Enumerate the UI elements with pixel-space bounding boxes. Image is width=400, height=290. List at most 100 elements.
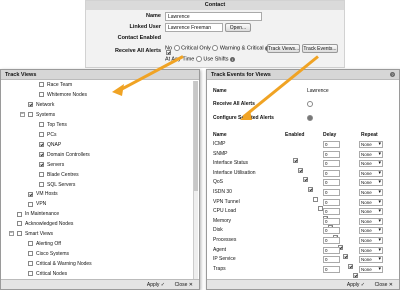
event-delay-input[interactable]: 0 <box>323 227 340 235</box>
track-views-button[interactable]: Track Views... <box>267 44 300 53</box>
event-delay-input[interactable]: 0 <box>323 256 340 264</box>
open-button[interactable]: Open... <box>225 23 251 32</box>
opt-no-radio[interactable] <box>173 45 180 51</box>
apply-button[interactable]: Apply ✓ <box>347 280 365 290</box>
tree-item[interactable]: PCs <box>39 131 56 140</box>
tree-item-checkbox[interactable] <box>39 161 44 167</box>
event-delay-input[interactable]: 0 <box>323 265 340 273</box>
tree-item-checkbox[interactable] <box>28 201 33 207</box>
event-repeat-select[interactable]: None <box>359 256 383 264</box>
event-enabled-checkbox[interactable] <box>298 167 303 173</box>
tree-item[interactable]: QNAP <box>39 141 61 150</box>
event-repeat-select[interactable]: None <box>359 189 383 196</box>
tree-item[interactable]: − Systems <box>20 111 55 120</box>
event-enabled-checkbox[interactable] <box>293 158 298 164</box>
event-delay-input[interactable]: 0 <box>323 198 340 206</box>
event-delay-input[interactable]: 0 <box>323 169 340 177</box>
tree-item-checkbox[interactable] <box>39 131 44 137</box>
event-enabled-checkbox[interactable] <box>313 196 318 202</box>
tree-item[interactable]: VPN <box>28 200 46 209</box>
event-enabled-checkbox[interactable] <box>303 177 308 183</box>
close-button[interactable]: Close ✕ <box>175 280 193 290</box>
tree-item-checkbox[interactable] <box>28 261 33 267</box>
tree-item[interactable]: Blade Centres <box>39 171 79 180</box>
tree-item[interactable]: Servers <box>39 161 64 170</box>
col-repeat: Repeat <box>361 132 378 138</box>
tree-item[interactable]: Alerting Off <box>28 240 61 249</box>
event-repeat-select[interactable]: None <box>359 246 383 254</box>
tree-item-checkbox[interactable] <box>39 121 44 127</box>
tree-item-checkbox[interactable] <box>39 141 44 147</box>
event-enabled-checkbox[interactable] <box>348 263 353 269</box>
tree-item[interactable]: Critical & Warning Nodes <box>28 260 92 269</box>
opt-warning-radio[interactable] <box>212 45 219 51</box>
event-repeat-select[interactable]: None <box>359 141 383 148</box>
event-name: Processes <box>213 237 237 243</box>
event-repeat-select[interactable]: None <box>359 198 383 206</box>
tree-item[interactable]: VM Hosts <box>28 190 58 199</box>
event-delay-input[interactable]: 0 <box>323 237 340 244</box>
tree-item[interactable]: Critical Nodes <box>28 270 67 279</box>
linked-user-select[interactable]: Lawrence Freeman <box>165 23 223 32</box>
left-footer: Apply ✓ Close ✕ <box>1 279 199 289</box>
tree-item[interactable]: Race Team <box>39 81 72 90</box>
scroll-thumb[interactable] <box>194 81 198 191</box>
event-enabled-checkbox[interactable] <box>353 273 358 279</box>
tree-item-label: QNAP <box>47 141 62 148</box>
help-icon[interactable]: ? <box>390 72 395 77</box>
tree-item-checkbox[interactable] <box>28 112 33 118</box>
tree-item-checkbox[interactable] <box>39 181 44 187</box>
event-repeat-select[interactable]: None <box>359 179 383 187</box>
tree-item-checkbox[interactable] <box>28 251 33 257</box>
tree-item[interactable]: Whitemore Nodes <box>39 91 87 100</box>
name-input[interactable]: Lawrence <box>165 12 262 21</box>
tree-item[interactable]: − Smart Views <box>9 230 53 239</box>
receive-all-radio[interactable] <box>307 101 313 107</box>
tree-item-checkbox[interactable] <box>39 171 44 177</box>
apply-button[interactable]: Apply ✓ <box>147 280 165 290</box>
event-repeat-select[interactable]: None <box>359 265 383 273</box>
event-repeat-select[interactable]: None <box>359 150 383 158</box>
event-delay-input[interactable]: 0 <box>323 141 340 148</box>
tree-item-checkbox[interactable] <box>39 151 44 157</box>
event-delay-input[interactable]: 0 <box>323 217 340 225</box>
tree-item-checkbox[interactable] <box>39 92 44 98</box>
tree-item[interactable]: Network <box>28 101 54 110</box>
event-repeat-select[interactable]: None <box>359 217 383 225</box>
tree-item-label: Servers <box>47 161 65 168</box>
event-delay-input[interactable]: 0 <box>323 179 340 187</box>
tree-item[interactable]: Domain Controllers <box>39 151 90 160</box>
close-button[interactable]: Close ✕ <box>375 280 393 290</box>
event-repeat-select[interactable]: None <box>359 169 383 177</box>
event-delay-input[interactable]: 0 <box>323 246 340 254</box>
event-enabled-checkbox[interactable] <box>343 254 348 260</box>
tree-item[interactable]: Top Tens <box>39 121 67 130</box>
tree-item[interactable]: Acknowledged Nodes <box>17 220 73 229</box>
tree-scrollbar[interactable] <box>193 81 198 280</box>
event-delay-input[interactable]: 0 <box>323 208 340 216</box>
event-repeat-select[interactable]: None <box>359 237 383 244</box>
event-delay-input[interactable]: 0 <box>323 189 340 196</box>
event-repeat-select[interactable]: None <box>359 208 383 216</box>
tree-item[interactable]: Cisco Systems <box>28 250 69 259</box>
collapse-toggle-icon[interactable]: − <box>9 231 14 237</box>
tree-item-checkbox[interactable] <box>17 231 22 237</box>
use-shifts-radio[interactable] <box>195 56 202 62</box>
tree-item[interactable]: SQL Servers <box>39 181 75 190</box>
event-delay-input[interactable]: 0 <box>323 150 340 158</box>
configure-radio[interactable] <box>307 115 313 121</box>
tree-item-checkbox[interactable] <box>39 82 44 88</box>
tree-item-checkbox[interactable] <box>28 241 33 247</box>
event-repeat-select[interactable]: None <box>359 227 383 235</box>
tree-item-checkbox[interactable] <box>28 271 33 277</box>
collapse-toggle-icon[interactable]: − <box>20 112 25 118</box>
tree-item-checkbox[interactable] <box>28 102 33 108</box>
tree-item-checkbox[interactable] <box>17 211 22 217</box>
event-delay-input[interactable]: 0 <box>323 160 340 168</box>
tree-item[interactable]: In Maintenance <box>17 210 59 219</box>
tree-item-checkbox[interactable] <box>17 221 22 227</box>
track-events-button[interactable]: Track Events... <box>302 44 338 53</box>
event-repeat-select[interactable]: None <box>359 160 383 168</box>
event-enabled-checkbox[interactable] <box>308 187 313 193</box>
tree-item-checkbox[interactable] <box>28 191 33 197</box>
